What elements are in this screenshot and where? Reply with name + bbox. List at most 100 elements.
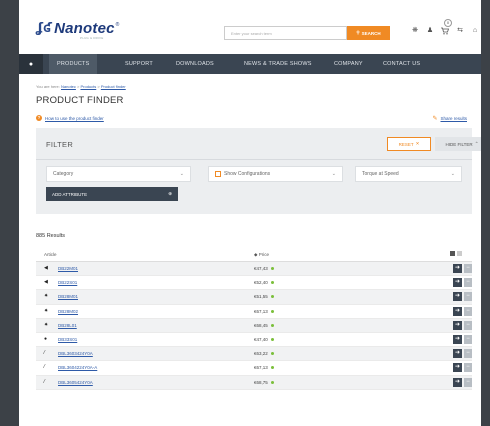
reset-filter-button[interactable]: RESET ✕ bbox=[387, 137, 431, 151]
table-row[interactable]: ◀ DB22S01 €52,40 ➜ − bbox=[36, 276, 472, 291]
chevron-down-icon: ⌄ bbox=[179, 171, 184, 177]
compare-icon[interactable]: ⇆ bbox=[456, 27, 464, 35]
table-row[interactable]: ⁄ DBL3605424Y0A €68,75 ➜ − bbox=[36, 375, 472, 390]
show-configurations-label: Show Configurations bbox=[224, 171, 271, 177]
go-to-product-button[interactable]: ➜ bbox=[453, 292, 462, 302]
nav-item-company[interactable]: COMPANY bbox=[334, 54, 363, 74]
category-select[interactable]: Category ⌄ bbox=[46, 166, 191, 182]
hide-filter-label: HIDE FILTER bbox=[445, 141, 473, 147]
breadcrumb-products[interactable]: Products bbox=[80, 84, 96, 89]
results-count: 885 Results bbox=[36, 233, 66, 239]
table-row[interactable]: ✷ DB28L01 €68,45 ➜ − bbox=[36, 318, 472, 333]
chevron-down-icon: ⌄ bbox=[331, 171, 336, 177]
article-link[interactable]: DBL3604224Y0A-A bbox=[58, 365, 97, 370]
torque-select[interactable]: Torque at Speed ⌄ bbox=[355, 166, 462, 182]
article-link[interactable]: DB33S01 bbox=[58, 337, 77, 342]
search-input[interactable]: Enter your search term bbox=[224, 26, 347, 40]
share-results-link[interactable]: ✎ Share results bbox=[432, 115, 467, 122]
cart-icon[interactable]: 0 bbox=[441, 19, 452, 35]
add-to-cart-button[interactable]: − bbox=[464, 377, 472, 387]
breadcrumb-product-finder[interactable]: Product finder bbox=[101, 84, 126, 89]
breadcrumb: You are here: Nanotec > Products > Produ… bbox=[36, 84, 126, 89]
stock-indicator bbox=[270, 295, 274, 299]
motor-icon: ◀ bbox=[44, 279, 48, 286]
add-attribute-button[interactable]: ADD ATTRIBUTE ⊕ bbox=[46, 187, 178, 201]
question-icon: ? bbox=[36, 115, 42, 121]
user-icon[interactable]: ♟ bbox=[426, 27, 434, 35]
torque-select-label: Torque at Speed bbox=[362, 171, 399, 177]
go-to-product-button[interactable]: ➜ bbox=[453, 320, 462, 330]
help-link[interactable]: ? How to use the product finder bbox=[36, 115, 104, 121]
stock-indicator bbox=[270, 281, 274, 285]
product-finder-page: ʆʛ Nanotec ® PLUG & DRIVE Enter your sea… bbox=[19, 0, 481, 426]
go-to-product-button[interactable]: ➜ bbox=[453, 377, 462, 387]
add-to-cart-button[interactable]: − bbox=[464, 320, 472, 330]
breadcrumb-nanotec[interactable]: Nanotec bbox=[61, 84, 76, 89]
column-article[interactable]: Article bbox=[44, 252, 57, 257]
add-to-cart-button[interactable]: − bbox=[464, 292, 472, 302]
article-link[interactable]: DB28M01 bbox=[58, 294, 78, 299]
price-value: €52,40 bbox=[254, 280, 268, 286]
main-navigation: ● PRODUCTS SUPPORT DOWNLOADS NEWS & TRAD… bbox=[19, 54, 481, 74]
article-link[interactable]: DB22S01 bbox=[58, 280, 77, 285]
add-to-cart-button[interactable]: − bbox=[464, 363, 472, 373]
go-to-product-button[interactable]: ➜ bbox=[453, 334, 462, 344]
grid-view-icon[interactable] bbox=[457, 251, 462, 256]
go-to-product-button[interactable]: ➜ bbox=[453, 349, 462, 359]
price-value: €68,75 bbox=[254, 379, 268, 385]
add-to-cart-button[interactable]: − bbox=[464, 264, 472, 273]
go-to-product-button[interactable]: ➜ bbox=[453, 306, 462, 316]
nav-item-downloads[interactable]: DOWNLOADS bbox=[176, 54, 214, 74]
page-title: PRODUCT FINDER bbox=[36, 95, 124, 106]
show-configurations-checkbox[interactable] bbox=[215, 171, 221, 177]
nav-home-icon[interactable]: ● bbox=[19, 54, 43, 74]
table-header: Article ◆ Price bbox=[36, 248, 472, 262]
list-view-icon[interactable] bbox=[450, 251, 455, 256]
table-row[interactable]: ● DB33S01 €47,40 ➜ − bbox=[36, 333, 472, 348]
add-to-cart-button[interactable]: − bbox=[464, 306, 472, 316]
nav-item-support[interactable]: SUPPORT bbox=[125, 54, 153, 74]
nav-item-products[interactable]: PRODUCTS bbox=[49, 54, 98, 74]
share-link-label: Share results bbox=[440, 116, 467, 121]
table-row[interactable]: ✷ DB28M01 €51,55 ➜ − bbox=[36, 290, 472, 305]
table-row[interactable]: ✷ DB28M02 €67,13 ➜ − bbox=[36, 305, 472, 319]
add-to-cart-button[interactable]: − bbox=[464, 349, 472, 359]
price-value: €47,43 bbox=[254, 266, 268, 271]
add-to-cart-button[interactable]: − bbox=[464, 334, 472, 344]
table-row[interactable]: ◀ DB22M01 €47,43 ➜ − bbox=[36, 262, 472, 277]
nanotec-logo[interactable]: ʆʛ Nanotec ® PLUG & DRIVE bbox=[36, 20, 119, 40]
add-to-cart-button[interactable]: − bbox=[464, 278, 472, 288]
show-configurations-select[interactable]: Show Configurations ⌄ bbox=[208, 166, 343, 182]
filter-header: FILTER RESET ✕ HIDE FILTER ⌃ bbox=[36, 128, 481, 160]
hide-filter-button[interactable]: HIDE FILTER ⌃ bbox=[435, 137, 481, 151]
article-link[interactable]: DB22M01 bbox=[58, 266, 78, 271]
search-button[interactable]: ⚲ SEARCH bbox=[347, 26, 390, 40]
motor-icon: ✷ bbox=[44, 321, 49, 328]
filter-panel: FILTER RESET ✕ HIDE FILTER ⌃ Category ⌄ … bbox=[36, 128, 481, 214]
article-link[interactable]: DB28L01 bbox=[58, 323, 77, 328]
table-row[interactable]: ⁄ DBL3604224Y0A-A €67,13 ➜ − bbox=[36, 361, 472, 376]
article-link[interactable]: DBL3603424Y0A bbox=[58, 351, 93, 356]
home-icon[interactable]: ⌂ bbox=[471, 27, 479, 35]
price-value: €67,13 bbox=[254, 365, 268, 371]
motor-icon: ⁄ bbox=[44, 364, 45, 371]
logo-text: Nanotec bbox=[54, 20, 115, 37]
price-cell: €67,13 bbox=[254, 309, 274, 314]
go-to-product-button[interactable]: ➜ bbox=[453, 264, 462, 273]
motor-icon: ✷ bbox=[44, 293, 49, 300]
stock-indicator bbox=[270, 267, 274, 270]
go-to-product-button[interactable]: ➜ bbox=[453, 363, 462, 373]
article-link[interactable]: DB28M02 bbox=[58, 309, 78, 314]
show-configurations-option: Show Configurations bbox=[215, 171, 270, 177]
article-link[interactable]: DBL3605424Y0A bbox=[58, 380, 93, 385]
close-icon: ✕ bbox=[415, 141, 420, 146]
nav-item-news-trade-shows[interactable]: NEWS & TRADE SHOWS bbox=[244, 54, 312, 74]
price-cell: €47,40 bbox=[254, 337, 274, 342]
go-to-product-button[interactable]: ➜ bbox=[453, 278, 462, 288]
column-price[interactable]: ◆ Price bbox=[254, 252, 269, 258]
motor-icon: ● bbox=[44, 335, 48, 342]
grid-icon[interactable]: ❋ bbox=[411, 27, 419, 35]
table-row[interactable]: ⁄ DBL3603424Y0A €63,22 ➜ − bbox=[36, 347, 472, 362]
nav-item-contact-us[interactable]: CONTACT US bbox=[383, 54, 420, 74]
site-header: ʆʛ Nanotec ® PLUG & DRIVE Enter your sea… bbox=[19, 0, 481, 54]
